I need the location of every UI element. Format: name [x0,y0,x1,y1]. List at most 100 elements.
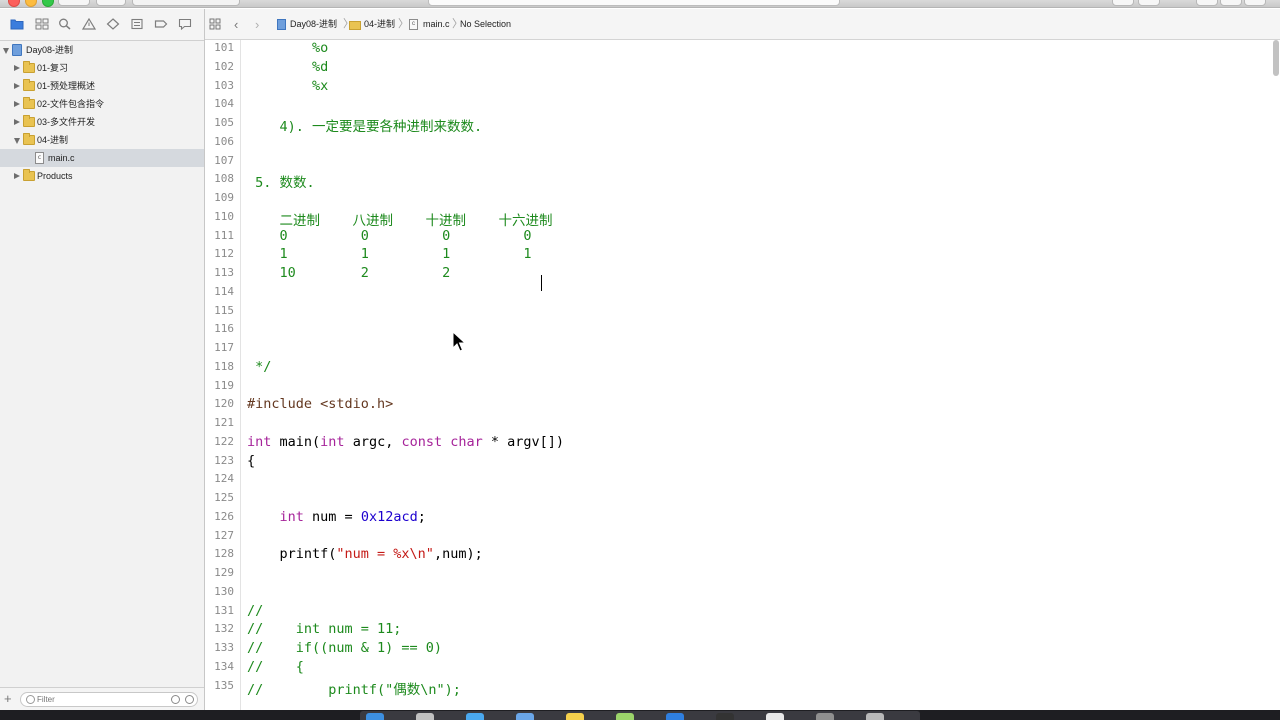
breakpoint-icon[interactable] [154,18,168,31]
disclosure-closed-icon[interactable] [14,101,20,107]
mail-icon[interactable] [516,713,534,720]
code-line[interactable]: %o [247,40,328,56]
related-items-icon[interactable] [209,18,221,33]
disclosure-closed-icon[interactable] [14,65,20,71]
filter-field[interactable] [20,692,198,707]
notes-icon[interactable] [566,713,584,720]
code-token: %x [247,77,329,94]
report-icon[interactable] [178,18,192,31]
code-token: { [247,452,256,469]
disclosure-open-icon[interactable] [14,138,20,144]
activity-view [428,0,840,6]
navigator-item[interactable]: c main.c [0,149,204,167]
recent-files-icon[interactable] [171,695,180,704]
trash-icon[interactable] [866,713,884,720]
vertical-scrollbar[interactable] [1271,40,1280,710]
assistant-editor-button[interactable] [1138,0,1160,6]
disclosure-closed-icon[interactable] [14,173,20,179]
toggle-inspector-button[interactable] [1244,0,1266,6]
close-window-button[interactable] [8,0,20,7]
code-line[interactable]: %x [247,78,328,94]
xcode-icon[interactable] [666,713,684,720]
line-number: 116 [214,322,234,336]
code-token: 5. 数数. [247,175,315,192]
code-line[interactable]: 10 2 2 [247,265,451,281]
scrollbar-thumb[interactable] [1273,40,1279,76]
code-token: %d [247,58,329,75]
code-line[interactable]: { [247,453,255,469]
breadcrumb-symbol[interactable]: No Selection [460,9,511,40]
safari-icon[interactable] [466,713,484,720]
code-line[interactable]: */ [247,359,271,375]
navigator-item[interactable]: 01-复习 [0,59,204,77]
launchpad-icon[interactable] [416,713,434,720]
code-line[interactable]: int num = 0x12acd; [247,509,426,525]
code-token: int [247,433,272,450]
system-preferences-icon[interactable] [816,713,834,720]
forward-arrow-icon[interactable]: › [255,18,259,31]
source-editor[interactable]: 101 102 103 104 105 106 107 108 109 110 111 112 113 1… [205,40,1280,710]
navigator-item[interactable]: 01-预处理概述 [0,77,204,95]
navigator-filter-bar: + [0,687,204,710]
code-line[interactable]: printf("num = %x\n",num); [247,546,483,562]
navigator-item[interactable]: 03-多文件开发 [0,113,204,131]
finder-icon[interactable] [366,713,384,720]
navigator-item[interactable]: 04-进制 [0,131,204,149]
terminal-icon[interactable] [716,713,734,720]
stop-button[interactable] [96,0,126,6]
code-line[interactable]: 4). 一定要是要各种进制来数数. [247,115,483,135]
photos-icon[interactable] [766,713,784,720]
folder-icon[interactable] [10,18,24,31]
source-control-filter-icon[interactable] [185,695,194,704]
code-line[interactable]: 二进制 八进制 十进制 十六进制 [247,209,553,229]
code-line[interactable]: #include <stdio.h> [247,396,393,412]
disclosure-closed-icon[interactable] [14,83,20,89]
hierarchy-icon[interactable] [35,18,49,31]
code-line[interactable]: 0 0 0 0 [247,228,532,244]
code-line[interactable]: int main(int argc, const char * argv[]) [247,434,564,450]
line-number: 132 [214,622,234,636]
code-line[interactable]: // int num = 11; [247,621,401,637]
code-line[interactable]: // [247,603,263,619]
zoom-window-button[interactable] [42,0,54,7]
code-line[interactable]: // { [247,659,304,675]
standard-editor-button[interactable] [1112,0,1134,6]
run-button[interactable] [58,0,90,6]
code-line[interactable]: // printf("偶数\n"); [247,678,461,698]
line-number: 128 [214,547,234,561]
scheme-selector[interactable] [132,0,240,6]
test-icon[interactable] [106,18,120,31]
warning-icon[interactable] [82,18,96,31]
code-token: */ [247,358,272,375]
code-line[interactable]: %d [247,59,328,75]
toggle-debug-area-button[interactable] [1220,0,1242,6]
disclosure-open-icon[interactable] [3,48,9,54]
folder-icon [23,169,35,181]
code-line[interactable]: 1 1 1 1 [247,246,532,262]
line-number: 122 [214,434,234,448]
code-token: // printf("偶数\n"); [247,681,461,698]
toggle-navigator-button[interactable] [1196,0,1218,6]
disclosure-closed-icon[interactable] [14,119,20,125]
breadcrumb-file[interactable]: main.c [423,9,450,40]
navigator-item[interactable]: Products [0,167,204,185]
add-file-icon[interactable]: + [4,691,12,706]
breadcrumb-group[interactable]: 04-进制 [364,9,395,40]
line-number: 119 [214,378,234,392]
line-number-gutter[interactable]: 101 102 103 104 105 106 107 108 109 110 111 112 113 1… [205,40,237,710]
debug-icon[interactable] [130,18,144,31]
code-line[interactable]: 5. 数数. [247,171,315,191]
navigator-item[interactable]: Day08-进制 [0,41,204,59]
code-token: ,num); [433,546,483,563]
code-token: printf( [247,546,337,563]
navigator-item-label: 01-预处理概述 [37,81,96,91]
code-token: 0x12acd [360,508,418,525]
code-line[interactable]: // if((num & 1) == 0) [247,640,442,656]
breadcrumb-project[interactable]: Day08-进制 [290,9,337,40]
search-icon[interactable] [58,18,72,31]
preview-icon[interactable] [616,713,634,720]
filter-input[interactable] [37,694,167,705]
minimize-window-button[interactable] [25,0,37,7]
back-arrow-icon[interactable]: ‹ [234,18,238,31]
navigator-item[interactable]: 02-文件包含指令 [0,95,204,113]
